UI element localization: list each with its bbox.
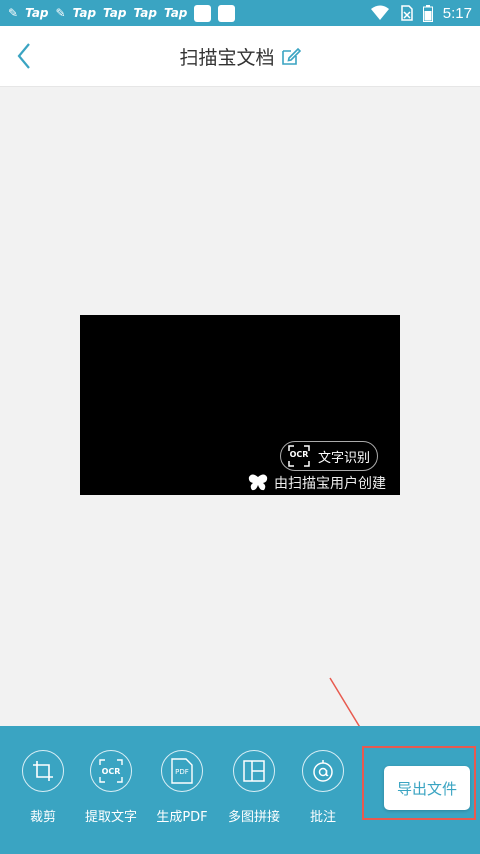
tap-notification: Tap [72, 6, 97, 20]
notification-box-icon [194, 4, 212, 22]
extract-text-icon: OCR [90, 750, 132, 792]
pdf-icon: PDF [161, 750, 203, 792]
page-title: 扫描宝文档 [179, 46, 275, 69]
notification-icons: ✎ Tap ✎ Tap Tap Tap Tap [0, 4, 236, 22]
watermark-text: 由扫描宝用户创建 [274, 476, 386, 492]
crop-label: 裁剪 [29, 810, 56, 825]
title-group: 扫描宝文档 [0, 26, 480, 86]
annotate-icon [302, 750, 344, 792]
generate-pdf-tool[interactable]: PDF 生成PDF [147, 750, 217, 825]
butterfly-logo-icon [248, 474, 268, 491]
status-bar: ✎ Tap ✎ Tap Tap Tap Tap 5:17 [0, 0, 480, 26]
stitch-label: 多图拼接 [227, 810, 280, 825]
ocr-recognize-button[interactable]: OCR 文字识别 [280, 441, 378, 471]
clock: 5:17 [442, 4, 472, 22]
app-notification-icon: ✎ [55, 6, 66, 20]
ocr-icon: OCR [288, 445, 310, 467]
generate-pdf-label: 生成PDF [156, 810, 208, 825]
notification-box-icon [218, 4, 236, 22]
extract-text-label: 提取文字 [84, 810, 137, 825]
tap-notification: Tap [103, 6, 127, 20]
bottom-toolbar: 裁剪 OCR 提取文字 PDF 生成PDF 多图拼接 批注 导出文件 [0, 726, 480, 854]
no-sim-icon [401, 5, 413, 21]
watermark: 由扫描宝用户创建 [248, 473, 386, 493]
tap-notification: Tap [25, 6, 49, 20]
annotate-label: 批注 [309, 810, 336, 825]
export-file-button[interactable]: 导出文件 [384, 766, 470, 810]
edit-icon[interactable] [281, 46, 301, 66]
ocr-button-label: 文字识别 [317, 450, 370, 466]
wifi-icon [370, 5, 389, 20]
stitch-tool[interactable]: 多图拼接 [219, 750, 289, 825]
crop-tool[interactable]: 裁剪 [8, 750, 78, 825]
app-notification-icon: ✎ [8, 6, 19, 20]
pdf-icon-text: PDF [175, 768, 189, 776]
title-bar: 扫描宝文档 [0, 26, 480, 87]
tap-notification: Tap [163, 6, 188, 20]
document-preview[interactable]: OCR 文字识别 由扫描宝用户创建 [80, 315, 400, 495]
crop-icon [22, 750, 64, 792]
system-icons: 5:17 [370, 0, 472, 26]
annotate-tool[interactable]: 批注 [288, 750, 358, 825]
stitch-icon [233, 750, 275, 792]
tap-notification: Tap [133, 6, 157, 20]
ocr-icon-text: OCR [289, 450, 309, 459]
battery-icon [422, 4, 433, 22]
extract-text-tool[interactable]: OCR 提取文字 [76, 750, 146, 825]
